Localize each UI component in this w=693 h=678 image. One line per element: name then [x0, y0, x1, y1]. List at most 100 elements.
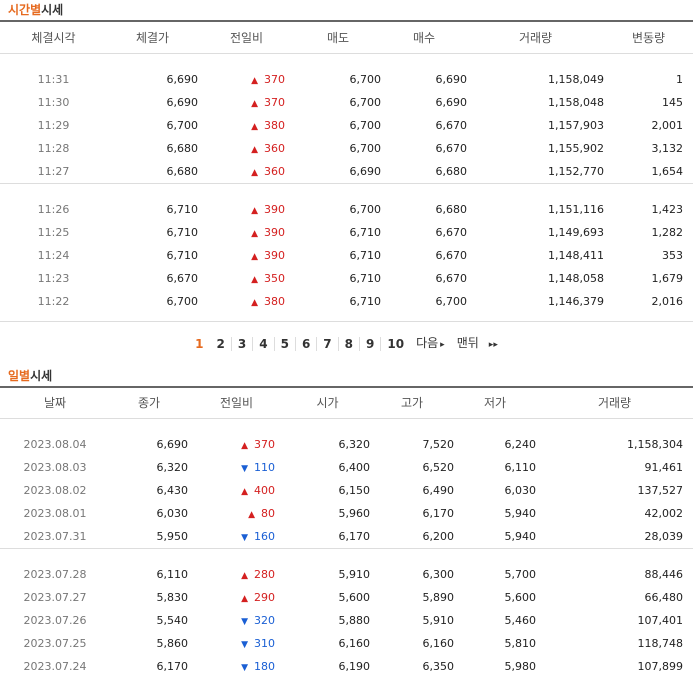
change-value: 380 [264, 295, 285, 308]
change-cell: ▲390 [198, 221, 295, 244]
volume-cell: 42,002 [536, 502, 693, 525]
volume-cell: 88,446 [536, 563, 693, 586]
change-cell: ▲390 [198, 244, 295, 267]
up-arrow-icon: ▲ [251, 145, 258, 155]
header-date: 날짜 [0, 387, 110, 419]
delta-cell: 1,679 [604, 267, 693, 290]
delta-cell: 1 [604, 68, 693, 91]
date-cell: 2023.08.04 [0, 433, 110, 456]
page-link-9[interactable]: 9 [360, 337, 381, 351]
low-cell: 5,600 [454, 586, 536, 609]
table-row: 11:276,680▲3606,6906,6801,152,7701,654 [0, 160, 693, 184]
high-cell: 6,490 [370, 479, 454, 502]
ask-cell: 6,700 [295, 114, 381, 137]
header-low: 저가 [454, 387, 536, 419]
close-cell: 5,540 [110, 609, 188, 632]
up-arrow-icon: ▲ [251, 275, 258, 285]
high-cell: 6,300 [370, 563, 454, 586]
low-cell: 5,980 [454, 655, 536, 678]
last-page-button[interactable]: 맨뒤▸▸ [451, 336, 504, 352]
bid-cell: 6,690 [381, 91, 467, 114]
change-value: 390 [264, 203, 285, 216]
change-value: 160 [254, 530, 275, 543]
change-value: 380 [264, 119, 285, 132]
down-arrow-icon: ▼ [241, 640, 248, 650]
down-arrow-icon: ▼ [241, 533, 248, 543]
page-link-8[interactable]: 8 [339, 337, 360, 351]
next-page-button[interactable]: 다음▸ [410, 336, 451, 352]
up-arrow-icon: ▲ [241, 441, 248, 451]
up-arrow-icon: ▲ [251, 229, 258, 239]
change-value: 360 [264, 142, 285, 155]
close-cell: 6,430 [110, 479, 188, 502]
up-arrow-icon: ▲ [251, 76, 258, 86]
page-link-10[interactable]: 10 [381, 337, 410, 351]
volume-cell: 118,748 [536, 632, 693, 655]
table-row: 11:286,680▲3606,7006,6701,155,9023,132 [0, 137, 693, 160]
table-row: 11:296,700▲3806,7006,6701,157,9032,001 [0, 114, 693, 137]
delta-cell: 353 [604, 244, 693, 267]
header-open: 시가 [285, 387, 370, 419]
change-cell: ▲380 [198, 114, 295, 137]
change-cell: ▼ 160 [188, 525, 285, 549]
bid-cell: 6,670 [381, 244, 467, 267]
change-cell: ▲360 [198, 160, 295, 184]
time-price-section: 시간별시세 체결시각 체결가 전일비 매도 매수 거래량 변동량 11:316,… [0, 0, 693, 322]
header-time: 체결시각 [0, 21, 107, 53]
time-cell: 11:25 [0, 221, 107, 244]
close-cell: 6,110 [110, 563, 188, 586]
change-value: 290 [254, 591, 275, 604]
date-cell: 2023.07.24 [0, 655, 110, 678]
page-link-6[interactable]: 6 [296, 337, 317, 351]
page-link-1[interactable]: 1 [189, 337, 210, 351]
close-cell: 5,830 [110, 586, 188, 609]
high-cell: 6,160 [370, 632, 454, 655]
high-cell: 6,200 [370, 525, 454, 549]
page-link-3[interactable]: 3 [232, 337, 253, 351]
open-cell: 6,170 [285, 525, 370, 549]
daily-table-body: 2023.08.046,690▲3706,3207,5206,2401,158,… [0, 419, 693, 678]
bid-cell: 6,680 [381, 198, 467, 221]
divider-cell [0, 183, 693, 198]
page-link-5[interactable]: 5 [275, 337, 296, 351]
header-daily-change: 전일비 [188, 387, 285, 419]
date-cell: 2023.07.27 [0, 586, 110, 609]
table-row: 11:306,690▲3706,7006,6901,158,048145 [0, 91, 693, 114]
volume-cell: 91,461 [536, 456, 693, 479]
change-value: 400 [254, 484, 275, 497]
header-bid: 매수 [381, 21, 467, 53]
close-cell: 6,690 [110, 433, 188, 456]
date-cell: 2023.08.01 [0, 502, 110, 525]
volume-cell: 107,401 [536, 609, 693, 632]
volume-cell: 137,527 [536, 479, 693, 502]
low-cell: 6,240 [454, 433, 536, 456]
time-cell: 11:24 [0, 244, 107, 267]
divider-cell [0, 419, 693, 434]
change-cell: ▲290 [188, 586, 285, 609]
bid-cell: 6,670 [381, 114, 467, 137]
header-price: 체결가 [107, 21, 198, 53]
header-ask: 매도 [295, 21, 381, 53]
volume-cell: 1,148,411 [467, 244, 604, 267]
change-value: 280 [254, 568, 275, 581]
page-link-7[interactable]: 7 [317, 337, 338, 351]
date-cell: 2023.07.31 [0, 525, 110, 549]
down-arrow-icon: ▼ [241, 464, 248, 474]
daily-price-table: 날짜 종가 전일비 시가 고가 저가 거래량 2023.08.046,690▲3… [0, 386, 693, 678]
low-cell: 5,700 [454, 563, 536, 586]
delta-cell: 145 [604, 91, 693, 114]
price-cell: 6,680 [107, 137, 198, 160]
price-cell: 6,670 [107, 267, 198, 290]
volume-cell: 1,155,902 [467, 137, 604, 160]
volume-cell: 66,480 [536, 586, 693, 609]
page-link-4[interactable]: 4 [253, 337, 274, 351]
open-cell: 5,960 [285, 502, 370, 525]
page-link-2[interactable]: 2 [211, 337, 232, 351]
row-divider [0, 549, 693, 564]
change-cell: ▲370 [198, 68, 295, 91]
ask-cell: 6,710 [295, 244, 381, 267]
daily-section-title-rest: 시세 [30, 369, 52, 383]
table-row: 2023.07.255,860▼3106,1606,1605,810118,74… [0, 632, 693, 655]
change-cell: ▲380 [198, 290, 295, 313]
change-cell: ▼320 [188, 609, 285, 632]
